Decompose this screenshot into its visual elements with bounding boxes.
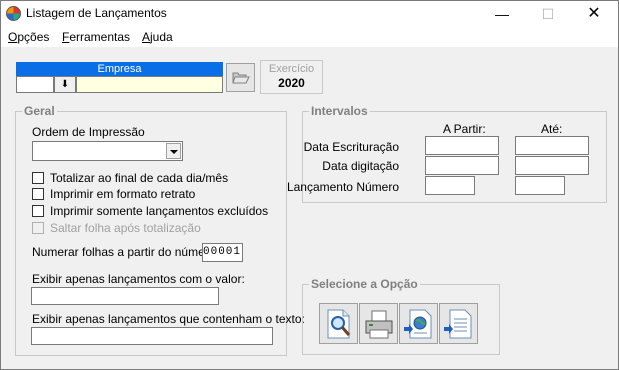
empresa-code-field[interactable] <box>16 76 54 93</box>
title-bar: Listagem de Lançamentos — ☐ ✕ <box>1 1 618 27</box>
checkbox-totalizar-label[interactable]: Totalizar ao final de cada dia/mês <box>50 171 228 185</box>
data-escrituracao-to[interactable] <box>515 136 589 155</box>
export-document-button[interactable] <box>439 303 478 344</box>
geral-group: Geral Ordem de Impressão Totalizar ao fi… <box>15 104 305 356</box>
col-a-partir: A Partir: <box>443 122 486 136</box>
maximize-button[interactable]: ☐ <box>525 1 571 27</box>
close-button[interactable]: ✕ <box>571 1 617 27</box>
empresa-name-field <box>76 76 223 93</box>
minimize-button[interactable]: — <box>479 1 525 27</box>
lancamento-numero-label: Lançamento Número <box>286 180 399 194</box>
app-icon <box>6 6 21 21</box>
empresa-label: Empresa <box>16 62 223 76</box>
open-folder-button[interactable] <box>226 63 255 92</box>
menu-opcoes[interactable]: Opções <box>8 30 49 44</box>
data-escrituracao-from[interactable] <box>425 136 499 155</box>
checkbox-formato-retrato[interactable] <box>32 188 44 200</box>
menu-ajuda[interactable]: Ajuda <box>142 30 173 44</box>
geral-group-title: Geral <box>22 104 57 118</box>
valor-input[interactable] <box>31 287 219 305</box>
texto-input[interactable] <box>31 327 273 345</box>
folder-open-icon <box>232 72 250 84</box>
printer-icon <box>365 310 393 339</box>
col-ate: Até: <box>541 122 563 136</box>
export-document-icon <box>444 309 472 339</box>
checkbox-somente-excluidos-label[interactable]: Imprimir somente lançamentos excluídos <box>50 204 268 218</box>
menu-ferramentas[interactable]: Ferramentas <box>62 30 130 44</box>
print-button[interactable] <box>359 303 398 344</box>
checkbox-saltar-folha-label: Saltar folha após totalização <box>50 221 201 235</box>
chevron-down-icon[interactable] <box>166 143 181 159</box>
ordem-impressao-label: Ordem de Impressão <box>32 125 145 139</box>
checkbox-saltar-folha <box>32 222 44 234</box>
data-escrituracao-label: Data Escrituração <box>303 140 399 154</box>
data-digitacao-from[interactable] <box>425 156 499 175</box>
export-web-button[interactable] <box>399 303 438 344</box>
data-digitacao-to[interactable] <box>515 156 589 175</box>
checkbox-formato-retrato-label[interactable]: Imprimir em formato retrato <box>50 187 195 201</box>
preview-icon <box>327 309 351 339</box>
exercicio-panel: Exercício 2020 <box>260 60 323 94</box>
window-title: Listagem de Lançamentos <box>26 6 167 20</box>
exercicio-value: 2020 <box>278 76 305 90</box>
valor-label: Exibir apenas lançamentos com o valor: <box>32 272 245 286</box>
checkbox-totalizar[interactable] <box>32 172 44 184</box>
lancamento-numero-from[interactable] <box>425 176 475 195</box>
empresa-lookup-button[interactable]: ⬇ <box>54 76 76 93</box>
menu-bar: Opções Ferramentas Ajuda <box>1 27 618 47</box>
export-web-icon <box>404 309 432 339</box>
data-digitacao-label: Data digitação <box>322 159 399 173</box>
main-window: Listagem de Lançamentos — ☐ ✕ Opções Fer… <box>0 0 619 370</box>
selecione-opcao-title: Selecione a Opção <box>309 277 420 291</box>
numerar-folhas-label: Numerar folhas a partir do número <box>32 245 216 259</box>
numerar-folhas-input[interactable]: 00001 <box>202 243 243 262</box>
exercicio-label: Exercício <box>268 63 315 75</box>
texto-label: Exibir apenas lançamentos que contenham … <box>32 312 305 326</box>
preview-button[interactable] <box>319 303 358 344</box>
lancamento-numero-to[interactable] <box>515 176 565 195</box>
checkbox-somente-excluidos[interactable] <box>32 205 44 217</box>
arrow-down-icon: ⬇ <box>60 79 70 90</box>
intervalos-group-title: Intervalos <box>309 104 370 118</box>
ordem-impressao-select[interactable] <box>32 141 183 161</box>
selecione-opcao-group: Selecione a Opção <box>302 277 500 355</box>
intervalos-group: Intervalos A Partir: Até: Data Escritura… <box>287 104 607 203</box>
